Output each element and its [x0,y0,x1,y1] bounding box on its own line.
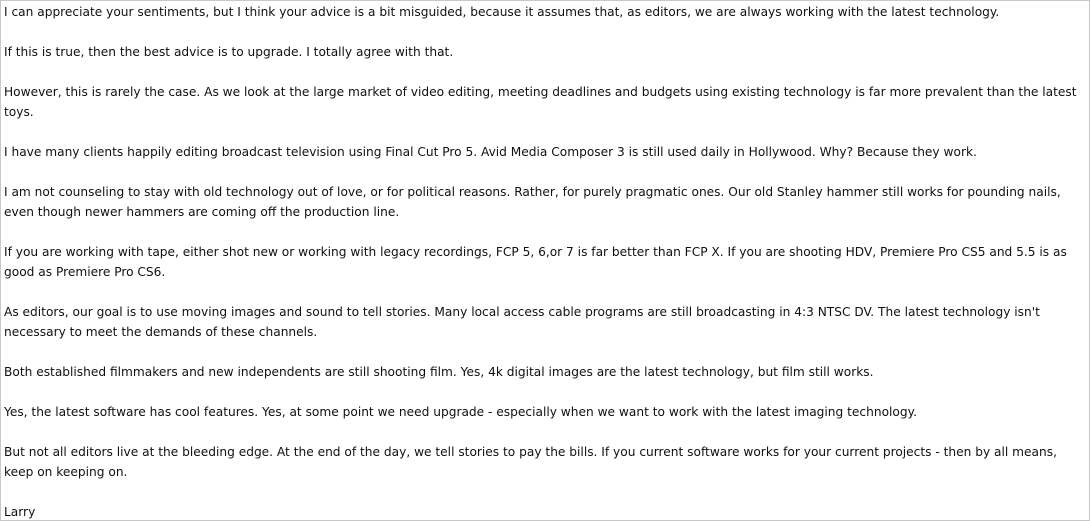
paragraph-6: If you are working with tape, either sho… [4,245,1067,279]
paragraph-7: As editors, our goal is to use moving im… [4,305,1040,339]
paragraph-4: I have many clients happily editing broa… [4,145,977,159]
paragraph-1: I can appreciate your sentiments, but I … [4,5,1000,19]
paragraph-9: Yes, the latest software has cool featur… [4,405,917,419]
paragraph-2: If this is true, then the best advice is… [4,45,454,59]
signature: Larry [4,505,36,519]
paragraph-10: But not all editors live at the bleeding… [4,445,1057,479]
paragraph-3: However, this is rarely the case. As we … [4,85,1077,119]
message-frame: I can appreciate your sentiments, but I … [0,0,1090,521]
paragraph-5: I am not counseling to stay with old tec… [4,185,1061,219]
paragraph-8: Both established filmmakers and new inde… [4,365,874,379]
message-body: I can appreciate your sentiments, but I … [1,1,1089,520]
